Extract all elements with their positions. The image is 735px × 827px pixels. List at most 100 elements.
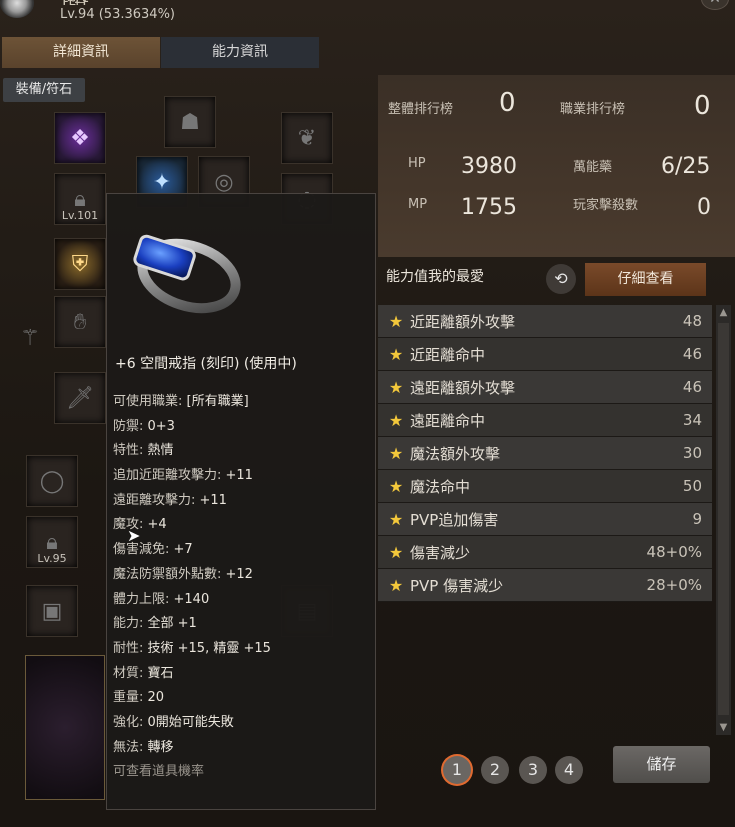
stat-name: PVP追加傷害 (410, 510, 499, 529)
helmet-slot[interactable]: ☗ (164, 96, 216, 148)
property-label: 體力上限: (113, 591, 174, 607)
tab-detail-info[interactable]: 詳細資訊 (2, 37, 160, 68)
page-button-2[interactable]: 2 (481, 756, 509, 784)
favorites-scrollbar[interactable]: ▲ ▼ (716, 305, 731, 735)
overall-rank-value: 0 (499, 88, 516, 118)
star-icon: ★ (388, 476, 404, 496)
star-icon: ★ (388, 344, 404, 364)
list-item[interactable]: ★ PVP追加傷害 9 (378, 503, 712, 536)
refresh-button[interactable]: ⟲ (546, 264, 576, 294)
property-value: 全部 +1 (147, 616, 197, 632)
class-rank-value: 0 (694, 91, 711, 121)
property-value: 熱情 (147, 443, 174, 459)
glove-slot[interactable]: ✋︎ (54, 296, 106, 348)
stat-value: 50 (682, 477, 702, 495)
item-property: 遠距離攻擊力: +11 (113, 489, 375, 514)
earring-slot-right[interactable]: ❦ (281, 112, 333, 164)
list-item[interactable]: ★ 遠距離命中 34 (378, 404, 712, 437)
property-label: 防禦: (113, 418, 148, 434)
stat-name: 遠距離額外攻擊 (410, 378, 516, 397)
detail-view-button[interactable]: 仔細查看 (585, 263, 706, 296)
page-button-3[interactable]: 3 (519, 756, 547, 784)
item-property: 強化: 0開始可能失敗 (113, 711, 375, 736)
ring-icon: ◯ (39, 468, 65, 494)
mp-value: 1755 (461, 195, 517, 220)
property-label: 耐性: (113, 640, 148, 656)
class-rank-label: 職業排行榜 (560, 102, 626, 117)
armor-slot[interactable]: ⛨ (54, 238, 106, 290)
page-button-4[interactable]: 4 (555, 756, 583, 784)
earring-icon: ❖ (70, 125, 90, 151)
star-icon: ★ (388, 575, 404, 595)
stat-value: 46 (682, 378, 702, 396)
item-property: 魔攻: +4 (113, 513, 375, 538)
close-icon: ✕ (709, 0, 721, 7)
scroll-up-icon[interactable]: ▲ (716, 307, 731, 318)
weapon-slot[interactable]: 🗡︎ (54, 372, 106, 424)
save-button[interactable]: 儲存 (613, 746, 710, 783)
elixir-label: 萬能藥 (573, 160, 613, 175)
close-button[interactable]: ✕ (701, 0, 729, 10)
stat-name: 傷害減少 (410, 543, 471, 562)
list-item[interactable]: ★ 傷害減少 48+0% (378, 536, 712, 569)
lock-icon: 🔒︎ (74, 186, 86, 212)
list-item[interactable]: ★ 魔法命中 50 (378, 470, 712, 503)
stat-value: 48+0% (646, 543, 702, 561)
star-icon: ★ (388, 443, 404, 463)
property-label: 特性: (113, 443, 148, 459)
property-value: 20 (147, 690, 165, 706)
property-value: +11 (199, 492, 227, 508)
tab-equipment-runes[interactable]: 裝備/符石 (3, 78, 85, 102)
property-value: +140 (173, 591, 210, 607)
mp-label: MP (408, 197, 428, 212)
item-property: 無法: 轉移 (113, 736, 375, 761)
property-label: 無法: (113, 739, 148, 755)
property-label: 重量: (113, 690, 148, 706)
favorites-title: 能力值我的最愛 (386, 269, 484, 285)
item-property: 材質: 寶石 (113, 662, 375, 687)
stat-value: 9 (692, 510, 702, 528)
scrollbar-thumb[interactable] (718, 323, 729, 715)
tab-ability-info[interactable]: 能力資訊 (161, 37, 319, 68)
amulet-icon: ✦ (152, 169, 172, 195)
property-value: +7 (173, 542, 193, 558)
earring-icon: ❦ (297, 125, 317, 151)
list-item[interactable]: ★ 近距離命中 46 (378, 338, 712, 371)
locked-slot-lv95[interactable]: 🔒︎ Lv.95 (26, 516, 78, 568)
item-property: 傷害減免: +7 (113, 538, 375, 563)
list-item[interactable]: ★ 遠距離額外攻擊 46 (378, 371, 712, 404)
list-item[interactable]: ★ PVP 傷害減少 28+0% (378, 569, 712, 602)
stat-name: 魔法命中 (410, 477, 471, 496)
weapon-staff-slot[interactable]: ⚚ (10, 312, 50, 364)
ring-slot-1[interactable]: ◯ (26, 455, 78, 507)
pk-value: 0 (697, 195, 711, 220)
property-label: 可使用職業: (113, 394, 187, 409)
item-property: 特性: 熱情 (113, 439, 375, 464)
list-item[interactable]: ★ 魔法額外攻擊 30 (378, 437, 712, 470)
scroll-down-icon[interactable]: ▼ (716, 722, 731, 733)
window-header: Ƭ̵ʟ̴ᵲ̶ʏ̵ Lv.94 (53.3634%) ✕ (0, 0, 735, 34)
staff-icon: ⚚ (20, 325, 40, 351)
property-value: +12 (225, 566, 253, 582)
item-property: 體力上限: +140 (113, 588, 375, 613)
earring-slot-left[interactable]: ❖ (54, 112, 106, 164)
list-item[interactable]: ★ 近距離額外攻擊 48 (378, 305, 712, 338)
property-value: 寶石 (147, 665, 174, 681)
item-property: 耐性: 技術 +15, 精靈 +15 (113, 637, 375, 662)
stat-value: 48 (682, 312, 702, 330)
locked-slot-lv101[interactable]: 🔒︎ Lv.101 (54, 173, 106, 225)
belt-icon: ◎ (214, 169, 234, 195)
property-value: [所有職業] (186, 394, 249, 409)
stat-value: 28+0% (646, 576, 702, 594)
rune-slot[interactable]: ▣ (26, 585, 78, 637)
stat-value: 34 (682, 411, 702, 429)
star-icon: ★ (388, 542, 404, 562)
item-property: 魔法防禦額外點數: +12 (113, 563, 375, 588)
armor-icon: ⛨ (71, 251, 89, 277)
page-button-1[interactable]: 1 (443, 756, 471, 784)
property-value: 轉移 (147, 739, 174, 755)
slot-level-requirement: Lv.101 (61, 209, 99, 222)
item-probability-link[interactable]: 可查看道具機率 (113, 760, 375, 785)
star-icon: ★ (388, 509, 404, 529)
stat-name: 魔法額外攻擊 (410, 444, 501, 463)
